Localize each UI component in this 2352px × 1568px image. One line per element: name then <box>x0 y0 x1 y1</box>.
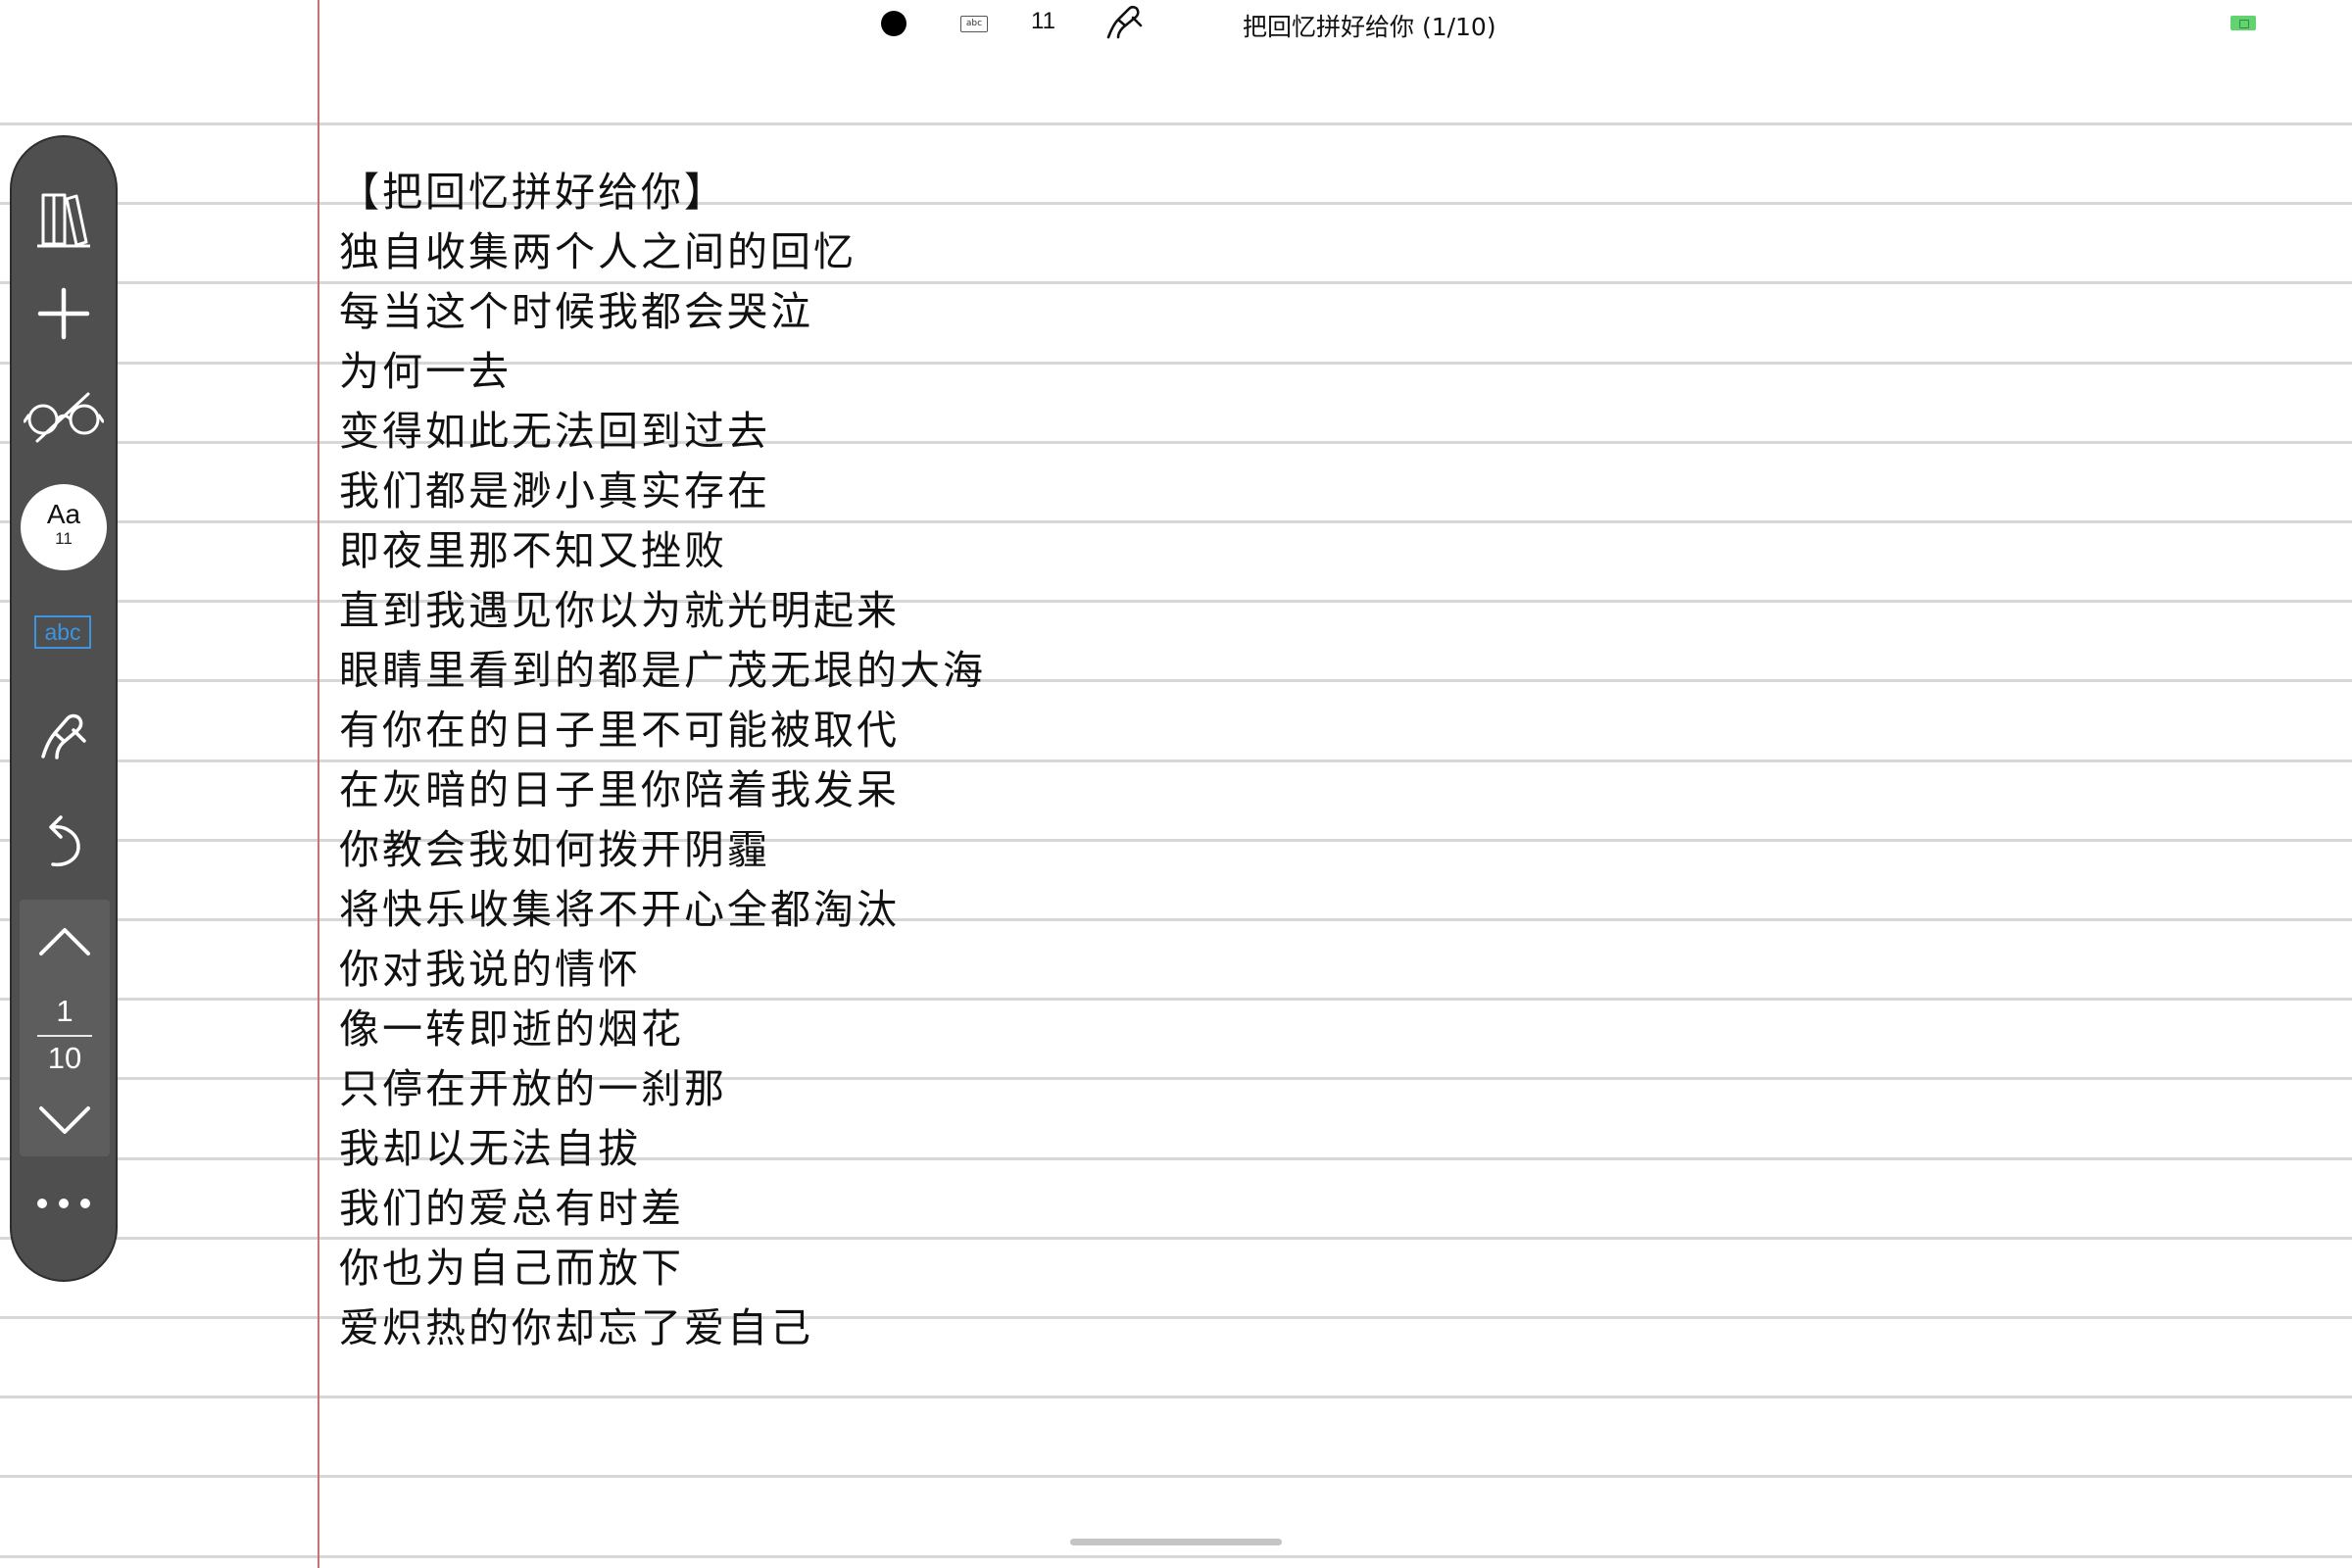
home-indicator[interactable] <box>1070 1539 1282 1545</box>
status-bar: abc 11 把回忆拼好给你 (1/10) <box>0 0 2352 47</box>
lyric-line: 独自收集两个人之间的回忆 <box>339 228 857 275</box>
abc-icon[interactable]: abc <box>960 16 988 32</box>
font-button-label: Aa <box>46 499 81 529</box>
lyric-line: 像一转即逝的烟花 <box>339 1005 684 1053</box>
lyric-line: 爱炽热的你却忘了爱自己 <box>339 1304 813 1351</box>
lyric-line: 你对我说的情怀 <box>339 946 641 993</box>
ruled-line <box>0 122 2352 125</box>
more-icon[interactable] <box>12 1172 116 1235</box>
document-title: 把回忆拼好给你 (1/10) <box>1243 13 1496 41</box>
page-navigator: 1 10 <box>20 900 110 1156</box>
undo-icon[interactable] <box>12 800 116 882</box>
lyric-line: 我们都是渺小真实存在 <box>339 467 770 514</box>
ink-color-dot-icon[interactable] <box>881 11 906 36</box>
font-size-indicator[interactable]: 11 <box>1031 8 1055 35</box>
lyric-line: 在灰暗的日子里你陪着我发呆 <box>339 766 900 813</box>
current-page-number: 1 <box>56 994 74 1028</box>
pen-icon[interactable] <box>12 694 116 778</box>
abc-icon[interactable]: abc <box>34 615 91 649</box>
lyrics-text[interactable]: 【把回忆拼好给你】独自收集两个人之间的回忆 每当这个时候我都会哭泣 为何一去变得如此… <box>339 163 2201 1358</box>
total-page-number: 10 <box>47 1041 82 1075</box>
chevron-down-icon[interactable] <box>20 1092 110 1149</box>
margin-line <box>318 0 319 1568</box>
side-toolbar: Aa 11 abc 1 10 <box>10 135 118 1282</box>
library-icon[interactable] <box>12 180 116 259</box>
lyric-line: 眼睛里看到的都是广茂无垠的大海 <box>339 647 986 694</box>
lyrics-title: 【把回忆拼好给你】 <box>339 169 727 216</box>
battery-icon <box>2230 16 2256 30</box>
page-divider <box>37 1035 92 1037</box>
lyric-line: 直到我遇见你以为就光明起来 <box>339 587 900 634</box>
lyric-line: 我却以无法自拔 <box>339 1125 641 1172</box>
font-button-size: 11 <box>55 529 73 548</box>
font-settings-button[interactable]: Aa 11 <box>21 484 107 570</box>
lyric-line: 为何一去 <box>339 348 512 395</box>
lyric-line: 将快乐收集将不开心全都淘汰 <box>339 886 900 933</box>
lyric-line: 我们的爱总有时差 <box>339 1185 684 1232</box>
glasses-icon[interactable] <box>12 378 116 457</box>
lyric-line: 你教会我如何拨开阴霾 <box>339 826 770 873</box>
plus-icon[interactable] <box>12 274 116 353</box>
lyric-line: 即夜里那不知又挫败 <box>339 527 727 574</box>
lyric-line: 每当这个时候我都会哭泣 <box>339 288 813 335</box>
pen-icon[interactable] <box>1103 4 1147 43</box>
ruled-line <box>0 1555 2352 1558</box>
lyric-line: 你也为自己而放下 <box>339 1245 684 1292</box>
lyric-line: 只停在开放的一刹那 <box>339 1065 727 1112</box>
lyric-line: 变得如此无法回到过去 <box>339 408 770 455</box>
chevron-up-icon[interactable] <box>20 913 110 970</box>
lyric-line: 有你在的日子里不可能被取代 <box>339 707 900 754</box>
ruled-line <box>0 1396 2352 1398</box>
ruled-line <box>0 1475 2352 1478</box>
